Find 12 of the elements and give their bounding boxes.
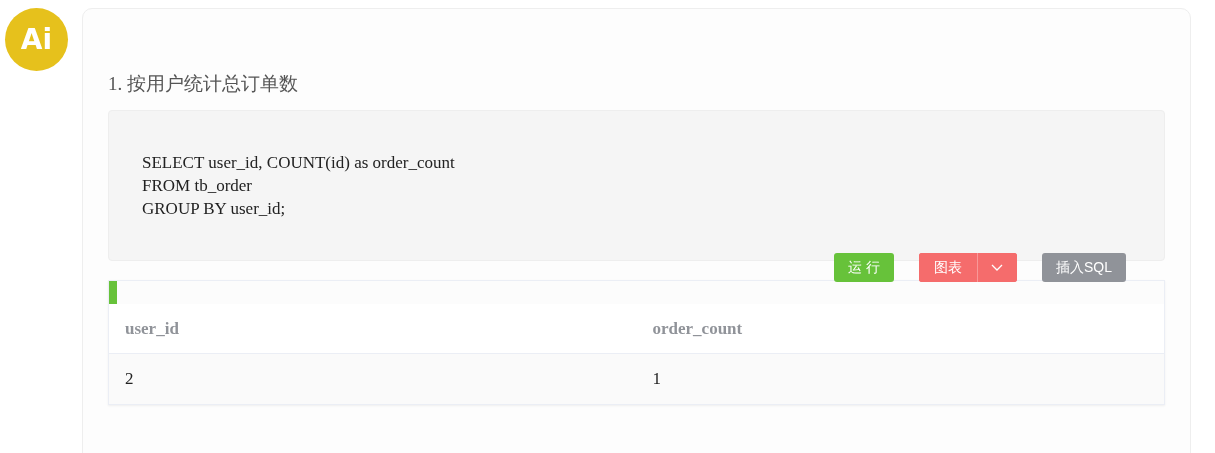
chevron-down-icon <box>991 263 1004 272</box>
run-button[interactable]: 运 行 <box>834 253 894 282</box>
column-header: order_count <box>651 317 744 340</box>
insert-sql-button[interactable]: 插入SQL <box>1042 253 1126 282</box>
table-cell-text: 2 <box>124 368 135 391</box>
code-block: SELECT user_id, COUNT(id) as order_count FROM tb_order GROUP BY user_id; <box>108 110 1165 261</box>
section-heading: 1. 按用户统计总订单数 <box>108 72 299 96</box>
dropdown-button[interactable] <box>977 253 1017 282</box>
column-header: user_id <box>124 317 180 340</box>
avatar: Ai <box>5 8 68 71</box>
accent-bar <box>109 281 117 304</box>
table-cell-text: 1 <box>651 368 662 391</box>
